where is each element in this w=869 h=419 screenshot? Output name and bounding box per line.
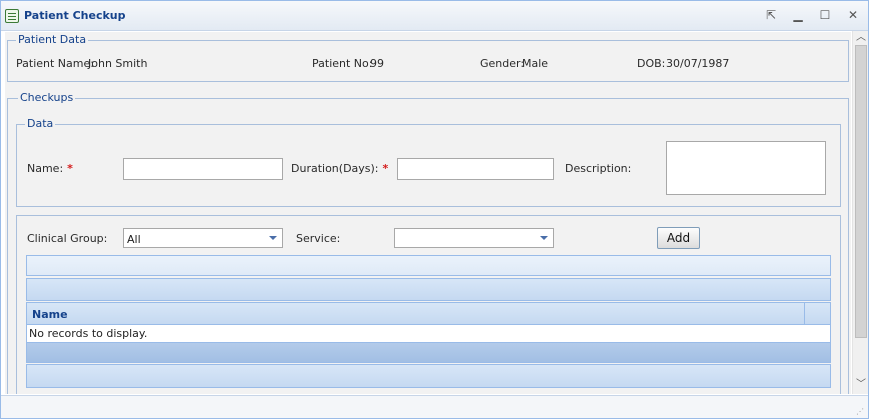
status-bar: ⋰ [1,395,868,418]
chevron-down-icon [540,236,548,240]
no-records-text: No records to display. [29,327,148,340]
gender-label: Gender: [480,57,525,70]
duration-label: Duration(Days): * [291,162,389,175]
column-separator [804,303,805,324]
service-label: Service: [296,232,341,245]
dob-label: DOB: [637,57,666,70]
patient-checkup-window: Patient Checkup ⇱ ▁ ☐ ✕ Patient Data Pat… [0,0,869,419]
no-records-row: No records to display. [26,325,831,342]
checkups-fieldset: Checkups Data Name: * Duration(Days): * De… [7,91,849,394]
checkup-name-input[interactable] [123,158,283,180]
clinical-group-label: Clinical Group: [27,232,108,245]
patient-data-legend: Patient Data [16,33,89,46]
add-button[interactable]: Add [657,227,700,249]
service-fieldset: Clinical Group: All Service: Add Name No… [16,215,841,394]
grid-pager [26,364,831,388]
grid-header: Name [26,302,831,325]
services-grid: Name No records to display. [26,255,831,388]
resize-grip-icon[interactable]: ⋰ [856,407,864,416]
title-bar: Patient Checkup ⇱ ▁ ☐ ✕ [1,1,868,31]
column-header-name[interactable]: Name [32,308,68,321]
patient-no-value: 99 [370,57,384,70]
minimize-icon[interactable]: ▁ [788,6,808,24]
clinical-group-select[interactable]: All [123,228,283,248]
data-fieldset: Data Name: * Duration(Days): * Description… [16,117,841,207]
duration-input[interactable] [397,158,554,180]
checkups-legend: Checkups [18,91,76,104]
patient-data-fieldset: Patient Data Patient Name: John Smith Pa… [7,33,849,82]
maximize-icon[interactable]: ☐ [815,6,835,24]
description-textarea[interactable] [666,141,826,195]
service-select[interactable] [394,228,554,248]
description-label: Description: [565,162,632,175]
checkup-name-label: Name: * [27,162,73,175]
scroll-down-icon[interactable]: ﹀ [855,379,867,391]
chevron-down-icon [269,236,277,240]
grid-footer [26,342,831,363]
patient-no-label: Patient No: [312,57,373,70]
window-title: Patient Checkup [24,9,126,22]
required-marker: * [67,162,73,175]
patient-name-label: Patient Name: [16,57,94,70]
data-legend: Data [25,117,56,130]
grid-group-panel [26,278,831,301]
close-icon[interactable]: ✕ [843,6,863,24]
content-area: Patient Data Patient Name: John Smith Pa… [5,32,851,394]
form-icon [5,9,19,23]
patient-name-value: John Smith [88,57,148,70]
grid-toolbar [26,255,831,276]
scroll-thumb[interactable] [855,45,867,338]
scroll-up-icon[interactable]: ︿ [855,32,867,44]
required-marker: * [382,162,389,175]
vertical-scrollbar[interactable]: ︿ ﹀ [852,31,868,394]
dob-value: 30/07/1987 [666,57,730,70]
pin-icon[interactable]: ⇱ [761,6,781,24]
clinical-group-value: All [127,233,141,246]
gender-value: Male [522,57,549,70]
